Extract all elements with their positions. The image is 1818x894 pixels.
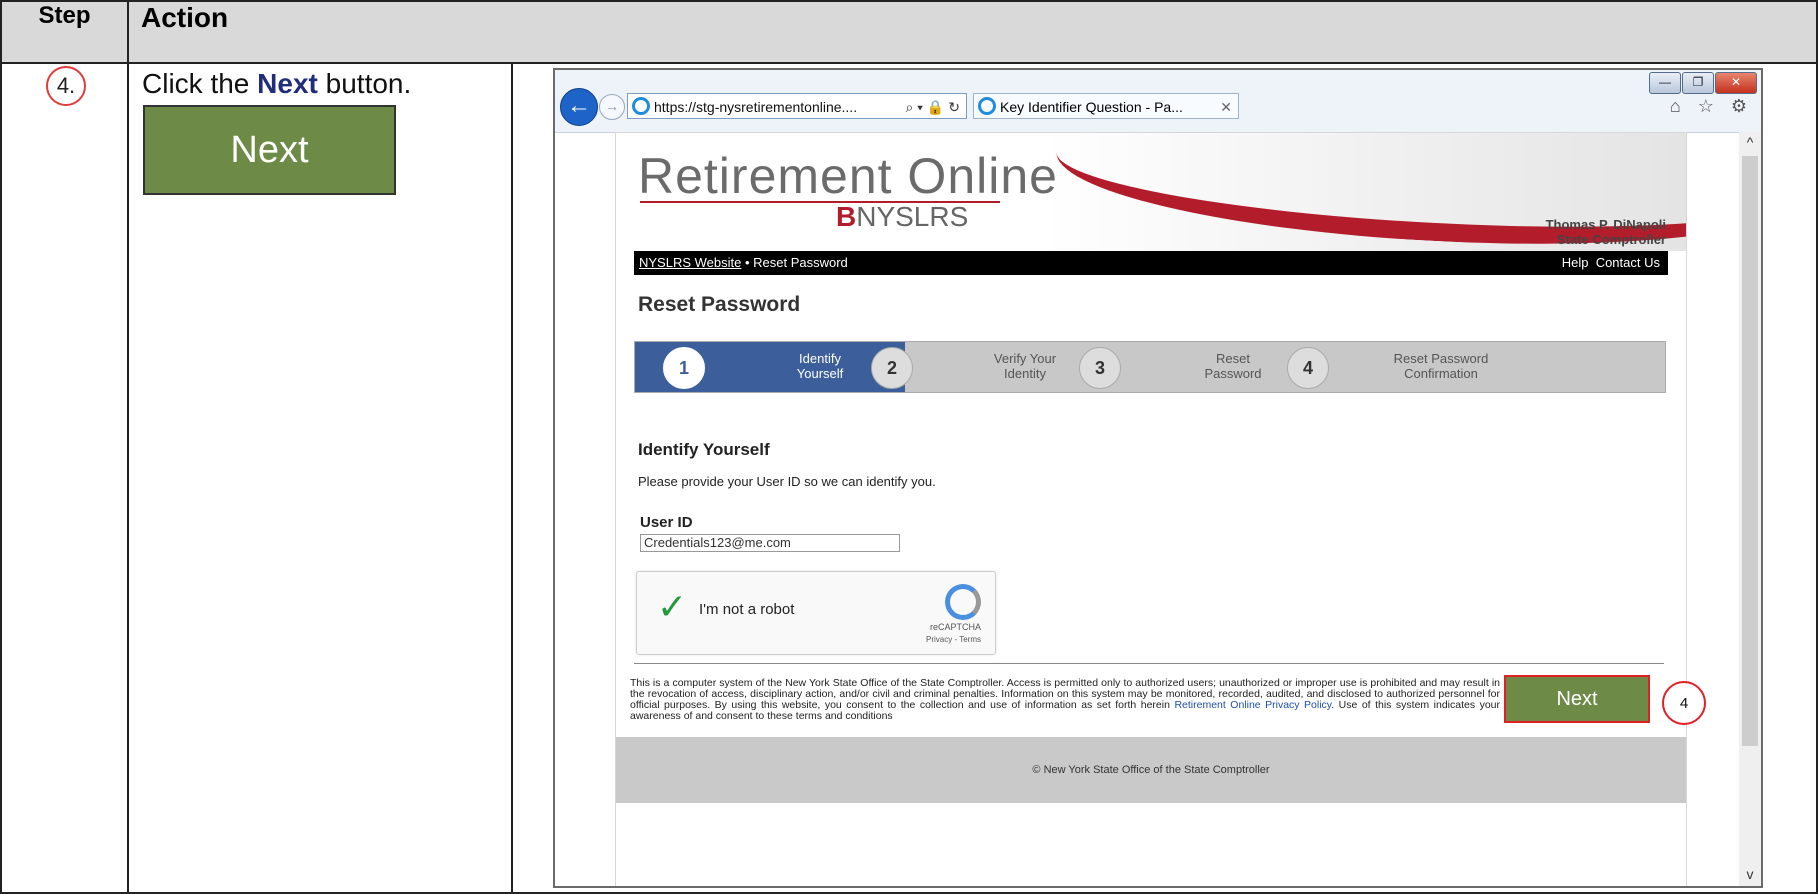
nyslrs-website-link[interactable]: NYSLRS Website [639, 255, 741, 270]
browser-window: — ❐ ✕ ← → https://stg-nysretirementonlin… [553, 68, 1763, 888]
site-navbar: NYSLRS Website • Reset Password Help Con… [634, 251, 1668, 275]
site-logo-sub: BNYSLRS [836, 201, 969, 232]
divider [634, 663, 1664, 664]
home-favorites-settings-icons[interactable]: ⌂ ☆ ⚙ [1670, 96, 1753, 117]
step-cell [0, 62, 129, 894]
close-window-icon[interactable]: ✕ [1715, 72, 1757, 94]
section-title: Identify Yourself [638, 440, 770, 459]
progress-stepper: 1 Identify Yourself 2 Verify Your Identity… [634, 341, 1666, 393]
step-3-label: Reset Password [1204, 351, 1262, 381]
forward-arrow-icon[interactable]: → [599, 94, 625, 120]
comptroller-title: State Comptroller [1556, 232, 1666, 247]
breadcrumb-current: Reset Password [753, 255, 848, 270]
address-bar[interactable]: https://stg-nysretirementonline.... ⌕ ▾ … [627, 93, 967, 119]
step-2-number: 2 [871, 347, 913, 389]
instruction-text: Click the Next button. [142, 68, 412, 99]
tab-title: Key Identifier Question - Pa... [1000, 99, 1183, 115]
step-2-label: Verify Your Identity [993, 351, 1057, 381]
action-column-header: Action [126, 0, 1818, 64]
maximize-icon[interactable]: ❐ [1682, 72, 1714, 94]
instruction-bold: Next [257, 68, 318, 99]
step-number-badge: 4. [46, 66, 86, 106]
window-controls: — ❐ ✕ [1649, 72, 1757, 94]
address-tools-icons[interactable]: ⌕ ▾ 🔒 ↻ [905, 94, 960, 120]
address-text: https://stg-nysretirementonline.... [654, 99, 858, 115]
step-3-number: 3 [1079, 347, 1121, 389]
retirement-online-page: Retirement Online BNYSLRS Thomas P. DiNa… [615, 132, 1706, 886]
user-id-input[interactable] [640, 534, 900, 552]
breadcrumb: NYSLRS Website • Reset Password [639, 255, 848, 270]
recaptcha-logo-icon [945, 584, 981, 620]
user-id-label: User ID [640, 514, 693, 531]
scroll-up-icon[interactable]: ^ [1739, 134, 1761, 150]
help-link[interactable]: Help [1562, 255, 1589, 270]
page-title: Reset Password [638, 293, 801, 316]
site-header: Retirement Online BNYSLRS Thomas P. DiNa… [616, 133, 1686, 251]
next-button[interactable]: Next [1504, 675, 1650, 723]
contact-us-link[interactable]: Contact Us [1596, 255, 1660, 270]
captcha-label: I'm not a robot [699, 601, 795, 618]
browser-tab[interactable]: Key Identifier Question - Pa... ✕ [973, 93, 1239, 119]
comptroller-block: Thomas P. DiNapoli State Comptroller [1546, 217, 1666, 247]
privacy-policy-link[interactable]: Retirement Online Privacy Policy [1174, 699, 1331, 711]
minimize-icon[interactable]: — [1649, 72, 1681, 94]
step-1-label: Identify Yourself [796, 351, 844, 381]
recaptcha-widget[interactable]: ✓ I'm not a robot reCAPTCHA Privacy - Te… [636, 571, 996, 655]
scroll-thumb[interactable] [1742, 156, 1758, 746]
nyslrs-mark-icon: B [836, 201, 857, 232]
site-logo-title: Retirement Online [638, 148, 1058, 204]
ie-logo-icon [632, 97, 650, 115]
step-1-number: 1 [663, 347, 705, 389]
nav-right-links: Help Contact Us [1562, 251, 1660, 275]
recaptcha-brand: reCAPTCHA [929, 622, 981, 632]
step-4-number: 4 [1287, 347, 1329, 389]
comptroller-name: Thomas P. DiNapoli [1545, 217, 1666, 232]
browser-chrome: — ❐ ✕ ← → https://stg-nysretirementonlin… [555, 70, 1761, 133]
scroll-down-icon[interactable]: v [1739, 866, 1761, 882]
step-column-header: Step [0, 0, 129, 64]
tab-close-icon[interactable]: ✕ [1220, 94, 1232, 120]
step-4-label: Reset Password Confirmation [1393, 351, 1489, 381]
legal-disclaimer: This is a computer system of the New Yor… [630, 677, 1500, 722]
captcha-checkmark-icon[interactable]: ✓ [657, 586, 687, 628]
back-arrow-icon[interactable]: ← [560, 88, 598, 126]
site-footer: © New York State Office of the State Com… [616, 737, 1686, 803]
tab-ie-logo-icon [978, 97, 996, 115]
next-button-illustration: Next [143, 105, 396, 195]
step-table-page: Step Action 4. Click the Next button. Ne… [0, 0, 1818, 894]
callout-badge: 4 [1662, 681, 1706, 725]
page-scrollbar[interactable]: ^ v [1739, 132, 1761, 886]
section-instructions: Please provide your User ID so we can id… [638, 474, 936, 489]
recaptcha-terms-link[interactable]: Privacy - Terms [926, 635, 981, 644]
